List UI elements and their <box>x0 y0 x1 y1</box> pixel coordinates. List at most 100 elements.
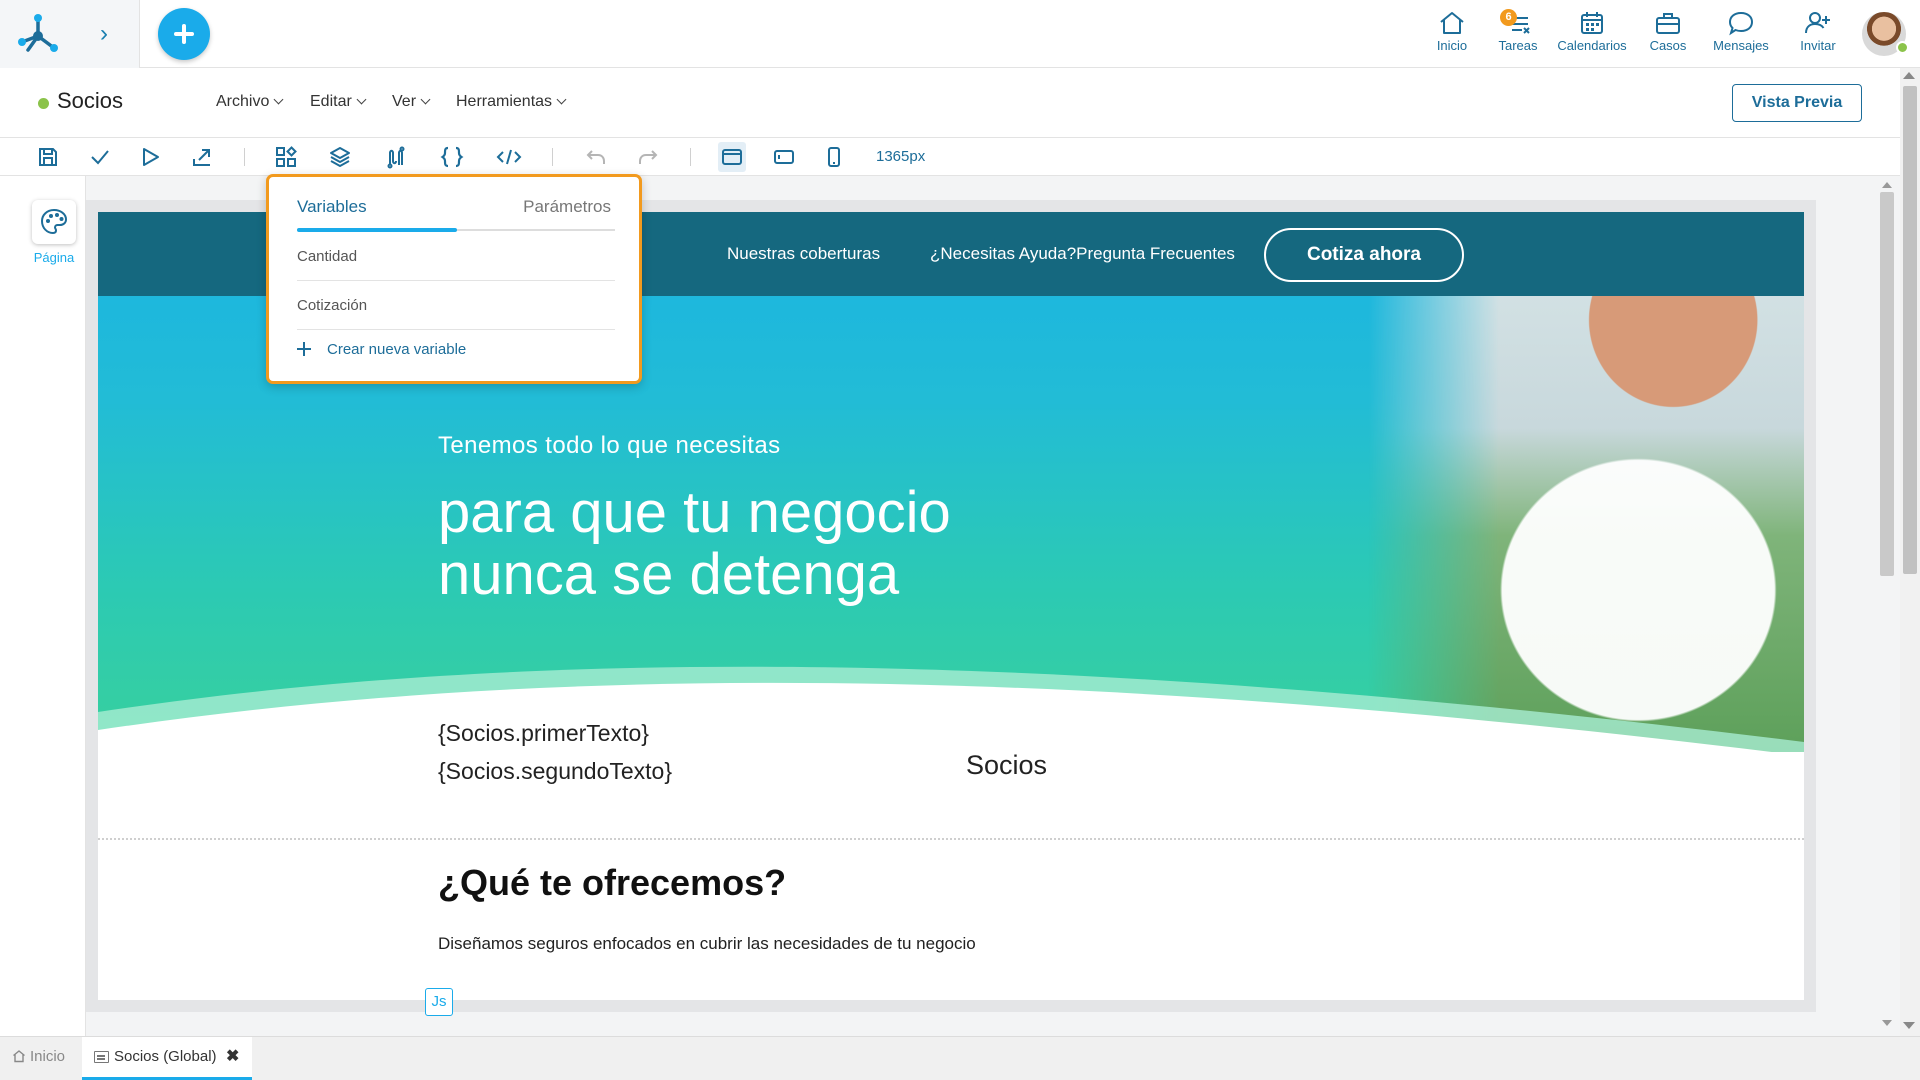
nav-link-coberturas[interactable]: Nuestras coberturas <box>727 244 880 264</box>
page-title: Socios <box>57 88 124 113</box>
close-tab-icon[interactable]: ✖ <box>226 1046 239 1066</box>
js-script-badge[interactable]: Js <box>425 988 453 1016</box>
tablet-view-icon <box>774 150 794 164</box>
tablet-view-button[interactable] <box>772 145 798 169</box>
home-icon <box>13 1050 25 1063</box>
save-button[interactable] <box>36 145 62 169</box>
check-icon <box>91 150 109 165</box>
briefcase-icon <box>1656 13 1680 34</box>
publish-button[interactable] <box>190 145 216 169</box>
validate-button[interactable] <box>88 145 114 169</box>
home-icon <box>1440 12 1464 34</box>
undo-button[interactable] <box>584 145 610 169</box>
add-new-button[interactable] <box>158 8 210 60</box>
bottom-tab-bar: Inicio Socios (Global) ✖ <box>0 1036 1920 1080</box>
desktop-view-icon <box>722 149 742 165</box>
toolbar-divider <box>552 148 553 166</box>
variable-segundo-texto[interactable]: {Socios.segundoTexto} <box>438 758 672 785</box>
nav-casos[interactable]: Casos <box>1640 10 1696 58</box>
offer-section-title[interactable]: ¿Qué te ofrecemos? <box>438 862 786 904</box>
nav-tareas-label: Tareas <box>1498 38 1538 53</box>
redo-icon <box>639 150 658 164</box>
nav-mensajes-label: Mensajes <box>1713 38 1769 53</box>
variables-dropdown: Variables Parámetros Cantidad Cotización… <box>266 174 642 384</box>
plus-icon <box>297 342 311 356</box>
section-divider <box>98 838 1804 840</box>
tab-variables[interactable]: Variables <box>297 197 367 217</box>
menu-ver-label: Ver <box>392 93 417 110</box>
create-variable-label: Crear nueva variable <box>327 341 467 358</box>
invite-user-icon <box>1805 12 1830 34</box>
hero-title-line-1: para que tu negocio <box>438 480 951 545</box>
nav-inicio[interactable]: Inicio <box>1424 10 1480 58</box>
menu-archivo-label: Archivo <box>216 93 270 110</box>
nav-calendarios[interactable]: Calendarios <box>1554 10 1630 58</box>
scroll-down-arrow-icon[interactable] <box>1903 1022 1915 1029</box>
export-icon <box>193 149 210 166</box>
desktop-view-button[interactable] <box>720 145 746 169</box>
toolbar-divider <box>244 148 245 166</box>
menu-editar[interactable]: Editar <box>310 93 367 111</box>
online-status-indicator <box>1896 41 1909 54</box>
undo-icon <box>586 150 605 164</box>
nav-link-ayuda[interactable]: ¿Necesitas Ayuda?Pregunta Frecuentes <box>930 244 1235 264</box>
tab-inicio[interactable]: Inicio <box>12 1048 65 1065</box>
widgets-icon <box>276 146 297 167</box>
variable-primer-texto[interactable]: {Socios.primerTexto} <box>438 720 649 747</box>
toolbar-divider <box>690 148 691 166</box>
braces-icon <box>440 146 464 168</box>
variable-item-cantidad[interactable]: Cantidad <box>297 233 615 281</box>
logo-area: › <box>0 0 140 68</box>
menu-editar-label: Editar <box>310 93 352 110</box>
tab-socios-global-label: Socios (Global) <box>114 1048 217 1065</box>
socios-heading[interactable]: Socios <box>966 750 1047 781</box>
status-dot <box>38 98 49 109</box>
menu-archivo[interactable]: Archivo <box>216 93 284 111</box>
offer-section-text[interactable]: Diseñamos seguros enfocados en cubrir la… <box>438 934 976 954</box>
menu-ver[interactable]: Ver <box>392 93 431 111</box>
scroll-up-arrow-icon[interactable] <box>1903 72 1915 79</box>
hero-title: para que tu negocio nunca se detenga <box>438 482 951 606</box>
viewport-size-label[interactable]: 1365px <box>876 148 925 165</box>
canvas-scroll-up-arrow-icon[interactable] <box>1882 182 1892 188</box>
layers-button[interactable] <box>328 145 354 169</box>
variable-item-cotizacion[interactable]: Cotización <box>297 282 615 330</box>
tab-parametros[interactable]: Parámetros <box>523 197 611 217</box>
expand-chevron-icon[interactable]: › <box>92 20 116 48</box>
run-button[interactable] <box>138 145 164 169</box>
message-icon <box>1728 11 1754 36</box>
top-navigation-bar: › Inicio 6 Tareas Calendarios Casos Mens… <box>0 0 1920 68</box>
preview-button[interactable]: Vista Previa <box>1732 84 1862 122</box>
code-button[interactable] <box>496 145 522 169</box>
mobile-view-icon <box>828 147 840 167</box>
chevron-down-icon <box>556 94 567 105</box>
nav-invitar[interactable]: Invitar <box>1790 10 1846 58</box>
menu-herramientas-label: Herramientas <box>456 93 553 110</box>
nav-mensajes[interactable]: Mensajes <box>1708 10 1774 58</box>
canvas-scrollbar-thumb[interactable] <box>1880 192 1894 576</box>
create-variable-button[interactable]: Crear nueva variable <box>297 341 466 358</box>
hero-subtitle: Tenemos todo lo que necesitas <box>438 432 781 459</box>
variables-button[interactable] <box>440 145 466 169</box>
app-logo-icon[interactable] <box>14 12 62 56</box>
nav-tareas[interactable]: 6 Tareas <box>1494 9 1542 58</box>
tasks-badge: 6 <box>1500 9 1517 26</box>
components-button[interactable] <box>274 145 300 169</box>
flow-button[interactable] <box>384 145 410 169</box>
left-side-panel: Página <box>0 176 86 1036</box>
layers-icon <box>330 147 350 167</box>
flow-icon <box>387 146 405 169</box>
editor-toolbar: 1365px <box>0 138 1900 176</box>
code-icon <box>496 149 522 165</box>
redo-button[interactable] <box>636 145 662 169</box>
mobile-view-button[interactable] <box>822 145 848 169</box>
page-settings-button[interactable] <box>32 200 76 244</box>
nav-invitar-label: Invitar <box>1800 38 1836 53</box>
play-icon <box>143 148 159 166</box>
nav-calendarios-label: Calendarios <box>1557 38 1627 53</box>
menu-herramientas[interactable]: Herramientas <box>456 93 567 111</box>
cotiza-ahora-button[interactable]: Cotiza ahora <box>1264 228 1464 282</box>
canvas-scroll-down-arrow-icon[interactable] <box>1882 1020 1892 1026</box>
page-scrollbar-thumb[interactable] <box>1903 86 1917 574</box>
hero-title-line-2: nunca se detenga <box>438 542 900 607</box>
